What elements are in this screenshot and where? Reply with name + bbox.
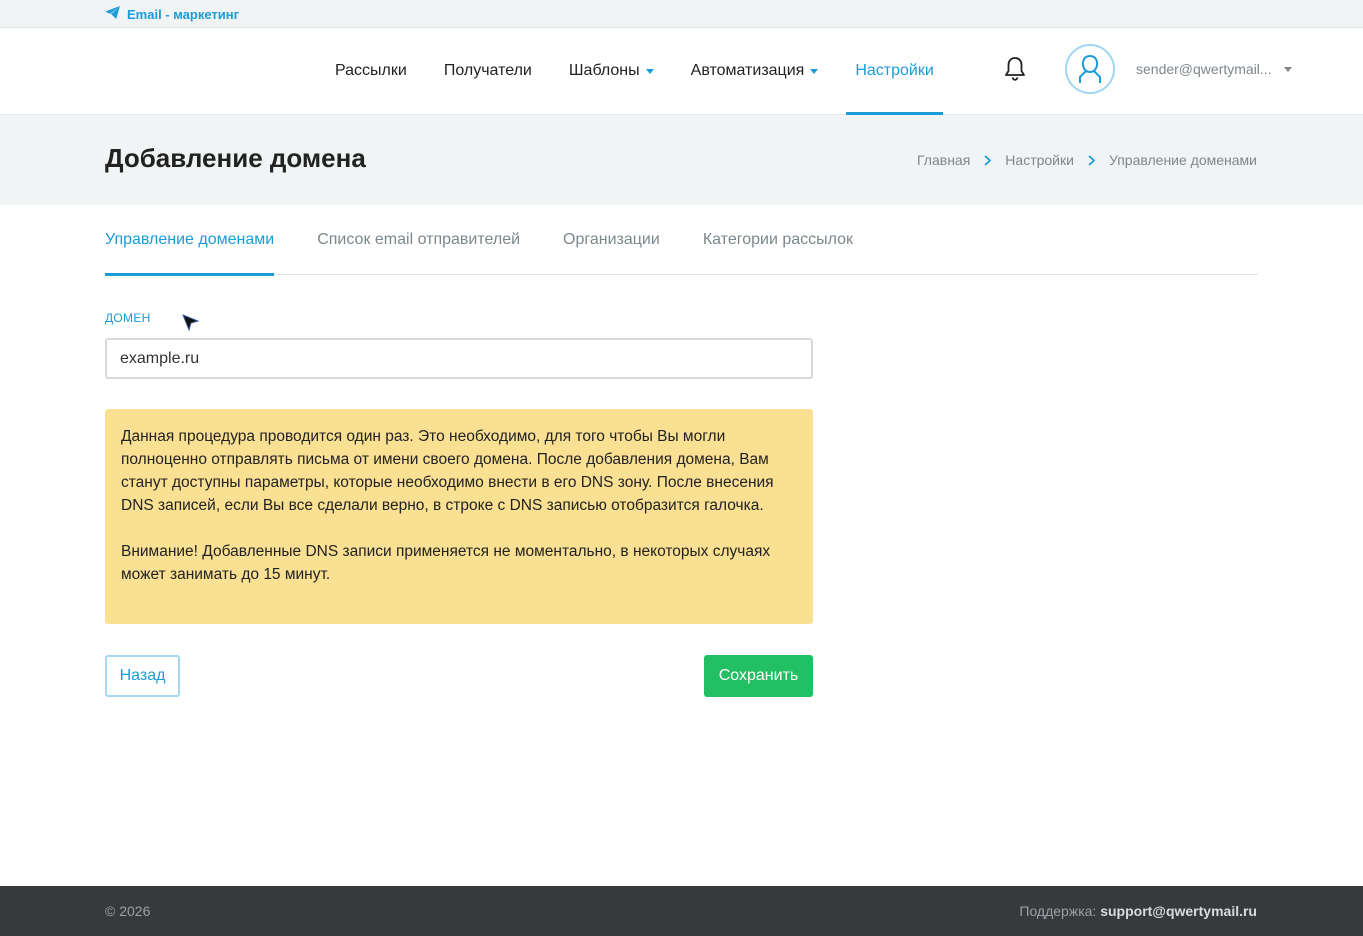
back-button[interactable]: Назад <box>105 655 180 697</box>
user-email: sender@qwertymail... <box>1136 61 1272 77</box>
brand-label: Email - маркетинг <box>127 6 240 22</box>
support-info: Поддержка: support@qwertymail.ru <box>1019 903 1257 919</box>
support-label: Поддержка: <box>1019 903 1097 919</box>
paper-plane-icon <box>105 6 120 22</box>
chevron-right-icon <box>1088 154 1095 166</box>
nav-item-mailings[interactable]: Рассылки <box>326 28 416 114</box>
support-email-link[interactable]: support@qwertymail.ru <box>1100 903 1257 919</box>
avatar[interactable] <box>1065 44 1115 94</box>
tab-mailing-categories[interactable]: Категории рассылок <box>703 205 853 275</box>
chevron-down-icon <box>810 68 819 74</box>
chevron-down-icon <box>645 68 654 74</box>
main-nav: Рассылки Получатели Шаблоны Автоматизаци… <box>0 28 1363 115</box>
breadcrumb: Главная Настройки Управление доменами <box>917 152 1257 168</box>
user-icon <box>1079 54 1101 83</box>
notice-paragraph: Данная процедура проводится один раз. Эт… <box>121 428 774 514</box>
breadcrumb-item-settings[interactable]: Настройки <box>1005 152 1074 168</box>
nav-item-settings[interactable]: Настройки <box>846 28 944 115</box>
page-header: Добавление домена Главная Настройки Упра… <box>0 115 1363 205</box>
footer: © 2026 Поддержка: support@qwertymail.ru <box>0 886 1363 936</box>
breadcrumb-item-domains: Управление доменами <box>1108 152 1257 168</box>
nav-item-automation[interactable]: Автоматизация <box>682 28 828 114</box>
brand[interactable]: Email - маркетинг <box>105 6 239 22</box>
page-title: Добавление домена <box>105 143 366 173</box>
nav-item-label: Получатели <box>443 62 532 79</box>
nav-item-label: Настройки <box>855 62 934 79</box>
chevron-down-icon <box>1283 66 1292 72</box>
notifications-bell-icon[interactable] <box>1003 56 1027 86</box>
nav-item-label: Шаблоны <box>568 62 640 79</box>
user-menu[interactable]: sender@qwertymail... <box>1136 61 1292 77</box>
tab-organizations[interactable]: Организации <box>563 205 660 275</box>
info-notice: Данная процедура проводится один раз. Эт… <box>105 409 813 624</box>
nav-item-label: Рассылки <box>335 62 407 79</box>
copyright: © 2026 <box>105 903 151 919</box>
domain-field-label: ДОМЕН <box>105 311 151 325</box>
notice-warning: Внимание! Добавленные DNS записи применя… <box>121 543 771 583</box>
tab-domain-management[interactable]: Управление доменами <box>105 205 275 276</box>
chevron-right-icon <box>984 154 992 166</box>
nav-menu: Рассылки Получатели Шаблоны Автоматизаци… <box>326 28 962 115</box>
nav-item-label: Автоматизация <box>690 62 805 79</box>
settings-tabs: Управление доменами Список email отправи… <box>105 205 1258 276</box>
nav-item-templates[interactable]: Шаблоны <box>560 28 663 114</box>
tab-email-senders[interactable]: Список email отправителей <box>317 205 520 275</box>
domain-input[interactable] <box>105 338 813 379</box>
top-bar: Email - маркетинг <box>0 0 1363 28</box>
nav-item-recipients[interactable]: Получатели <box>435 28 541 114</box>
breadcrumb-item-home[interactable]: Главная <box>917 152 970 168</box>
save-button[interactable]: Сохранить <box>704 655 813 697</box>
mouse-cursor-icon <box>182 314 200 337</box>
